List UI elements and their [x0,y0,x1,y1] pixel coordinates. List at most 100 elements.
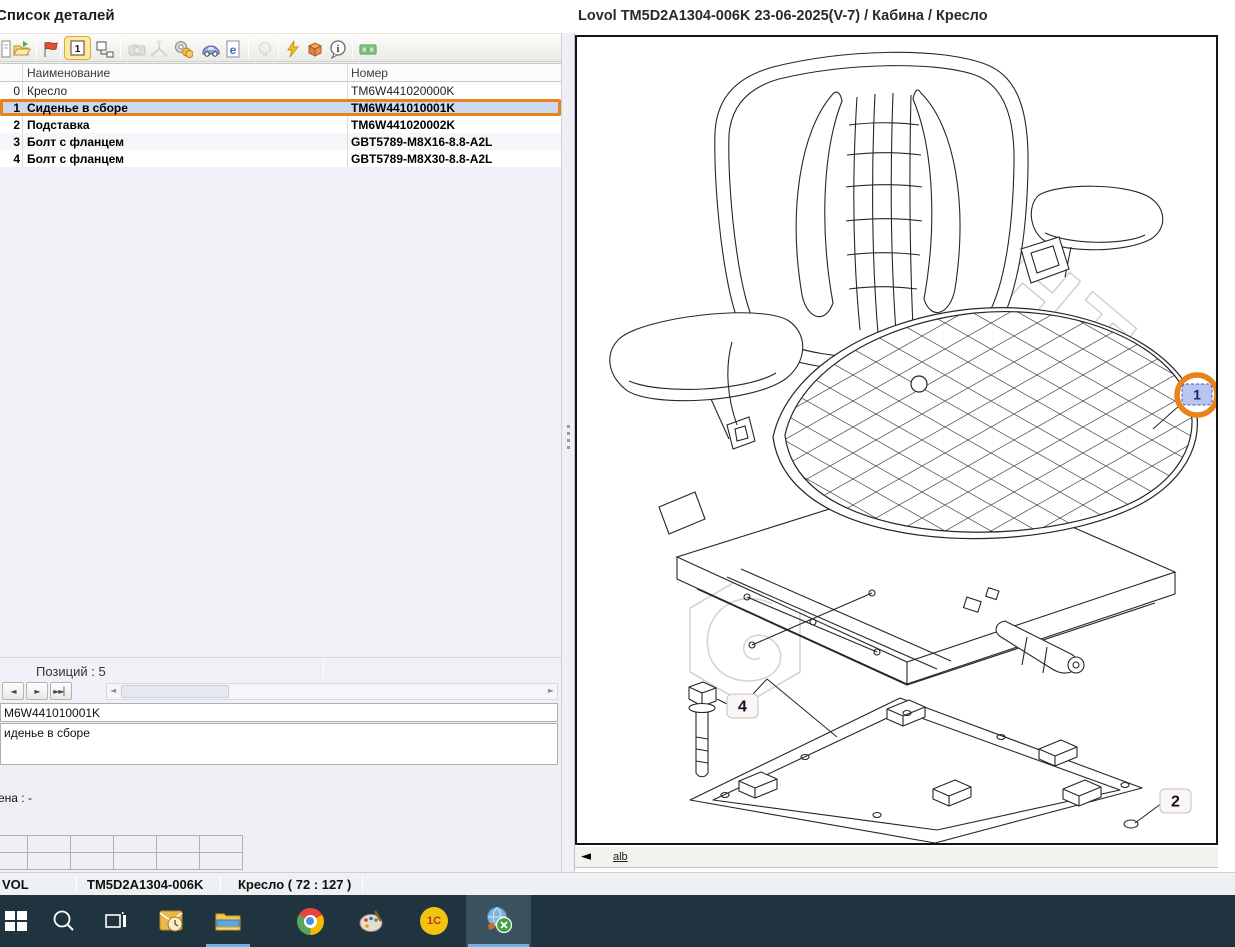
grid-cell[interactable] [200,836,243,853]
column-name-header[interactable]: Наименование [27,66,110,80]
grid-cell[interactable] [114,836,157,853]
scrollbar-thumb[interactable] [121,685,229,698]
part-name: Кресло [27,84,67,98]
selected-part-number-field[interactable]: M6W441010001K [0,703,558,722]
column-number-header[interactable]: Номер [351,66,388,80]
panel-splitter[interactable] [561,33,575,872]
table-row[interactable]: 4 Болт с фланцем GBT5789-M8X30-8.8-A2L [0,150,561,167]
nav-last-button[interactable]: ►►▏ [50,682,72,700]
grid-cell[interactable] [157,853,200,870]
horizontal-scrollbar[interactable]: ◄ ► [106,683,558,700]
callout-4[interactable]: 4 [727,694,758,718]
cube-icon[interactable] [304,37,326,60]
table-row[interactable]: 2 Подставка TM6W441020002K [0,116,561,133]
file-explorer-button[interactable] [204,895,252,947]
file-explorer-icon [214,907,242,935]
quantity-grid[interactable]: 1 [0,835,243,870]
scroll-left-icon[interactable]: ◄ [110,686,116,695]
grid-cell[interactable] [114,853,157,870]
exploded-view-icon[interactable] [148,37,170,60]
callout-2[interactable]: 2 [1160,789,1191,813]
one-c-button[interactable]: 1С [410,895,458,947]
part-number: GBT5789-M8X16-8.8-A2L [351,135,492,149]
part-name: Болт с фланцем [27,152,124,166]
one-c-icon: 1С [420,907,448,935]
status-brand: VOL [2,877,29,892]
table-row[interactable]: 3 Болт с фланцем GBT5789-M8X16-8.8-A2L [0,133,561,150]
toolbar-separator [278,38,279,58]
svg-text:4: 4 [738,699,747,716]
toolbar-separator [60,38,61,58]
drawing-sheet-label[interactable]: alb [613,851,628,863]
bolt [689,682,716,777]
toolbar-separator [352,38,353,58]
toolbar: 1 e i [0,33,561,62]
callout-1-selected[interactable]: 1 [1177,375,1216,415]
svg-text:1: 1 [75,44,81,55]
drawing-title: Lovol TM5D2A1304-006K 23-06-2025(V-7) / … [578,8,988,24]
svg-text:e: e [230,43,237,57]
positions-row: Позиций : 5 [0,657,561,681]
search-button[interactable] [40,895,88,947]
grid-cell[interactable] [71,836,114,853]
document-e-icon[interactable]: e [222,37,244,60]
grid-cell[interactable] [28,853,71,870]
status-model: TM5D2A1304-006K [87,877,203,892]
divider [323,661,324,679]
row-index: 0 [2,84,20,98]
flag-icon[interactable] [40,37,62,60]
table-header[interactable]: Наименование Номер [0,63,561,82]
parts-table: Наименование Номер 0 Кресло TM6W44102000… [0,63,561,167]
base-plate [690,698,1142,843]
info-bubble-icon[interactable]: i [327,37,349,60]
parts-list-panel: 1 e i [0,33,561,872]
nav-next-button[interactable]: ► [26,682,48,700]
chrome-button[interactable] [286,895,334,947]
money-icon[interactable] [357,37,379,60]
lightning-icon[interactable] [282,37,304,60]
price-label: ена : - [0,791,32,805]
selected-part-name-field[interactable]: иденье в сборе [0,723,558,765]
windows-taskbar: 1С [0,895,1235,947]
gear-coins-icon[interactable] [172,37,194,60]
row-index: 3 [2,135,20,149]
grid-cell[interactable]: 1 [0,836,28,853]
part-number: TM6W441010001K [351,101,455,115]
parts-catalog-app-button[interactable] [466,895,531,947]
table-row[interactable]: 0 Кресло TM6W441020000K [0,82,561,99]
bulb-icon[interactable] [254,37,276,60]
part-number: TM6W441020000K [351,84,454,98]
grid-cell[interactable] [157,836,200,853]
seat-technical-drawing: НТ [577,37,1216,843]
search-icon [51,908,77,934]
car-icon[interactable] [200,37,222,60]
task-view-button[interactable] [92,895,140,947]
divider [76,876,77,892]
grid-cell[interactable] [0,853,28,870]
nav-prev-button[interactable]: ◄ [2,682,24,700]
grid-cell[interactable] [200,853,243,870]
start-button[interactable] [0,895,40,947]
status-bar: VOL TM5D2A1304-006K Кресло ( 72 : 127 ) [0,872,1235,895]
grid-cell[interactable] [28,836,71,853]
window-header: Список деталей Lovol TM5D2A1304-006K 23-… [0,0,1235,33]
grid-cell[interactable] [71,853,114,870]
status-section: Кресло ( 72 : 127 ) [238,877,351,892]
drawing-scrollbar[interactable]: ◄ alb [575,847,1218,868]
scroll-right-icon[interactable]: ► [548,686,554,695]
scroll-left-icon[interactable]: ◄ [581,849,591,864]
divider [362,876,363,892]
part-number: GBT5789-M8X30-8.8-A2L [351,152,492,166]
table-row-selected[interactable]: 1 Сиденье в сборе TM6W441010001K [0,99,561,116]
paint-button[interactable] [348,895,396,947]
camera-icon[interactable] [126,37,148,60]
open-folder-icon[interactable] [10,37,32,60]
hierarchy-icon[interactable] [94,37,116,60]
outlook-button[interactable] [148,895,196,947]
toolbar-separator [36,38,37,58]
windows-logo-icon [3,908,29,934]
part-name: Подставка [27,118,90,132]
item-number-toggle-icon[interactable]: 1 [64,36,91,60]
record-navigator: ◄ ► ►►▏ ◄ ► [0,681,561,702]
technical-drawing-viewport[interactable]: НТ [575,35,1218,845]
